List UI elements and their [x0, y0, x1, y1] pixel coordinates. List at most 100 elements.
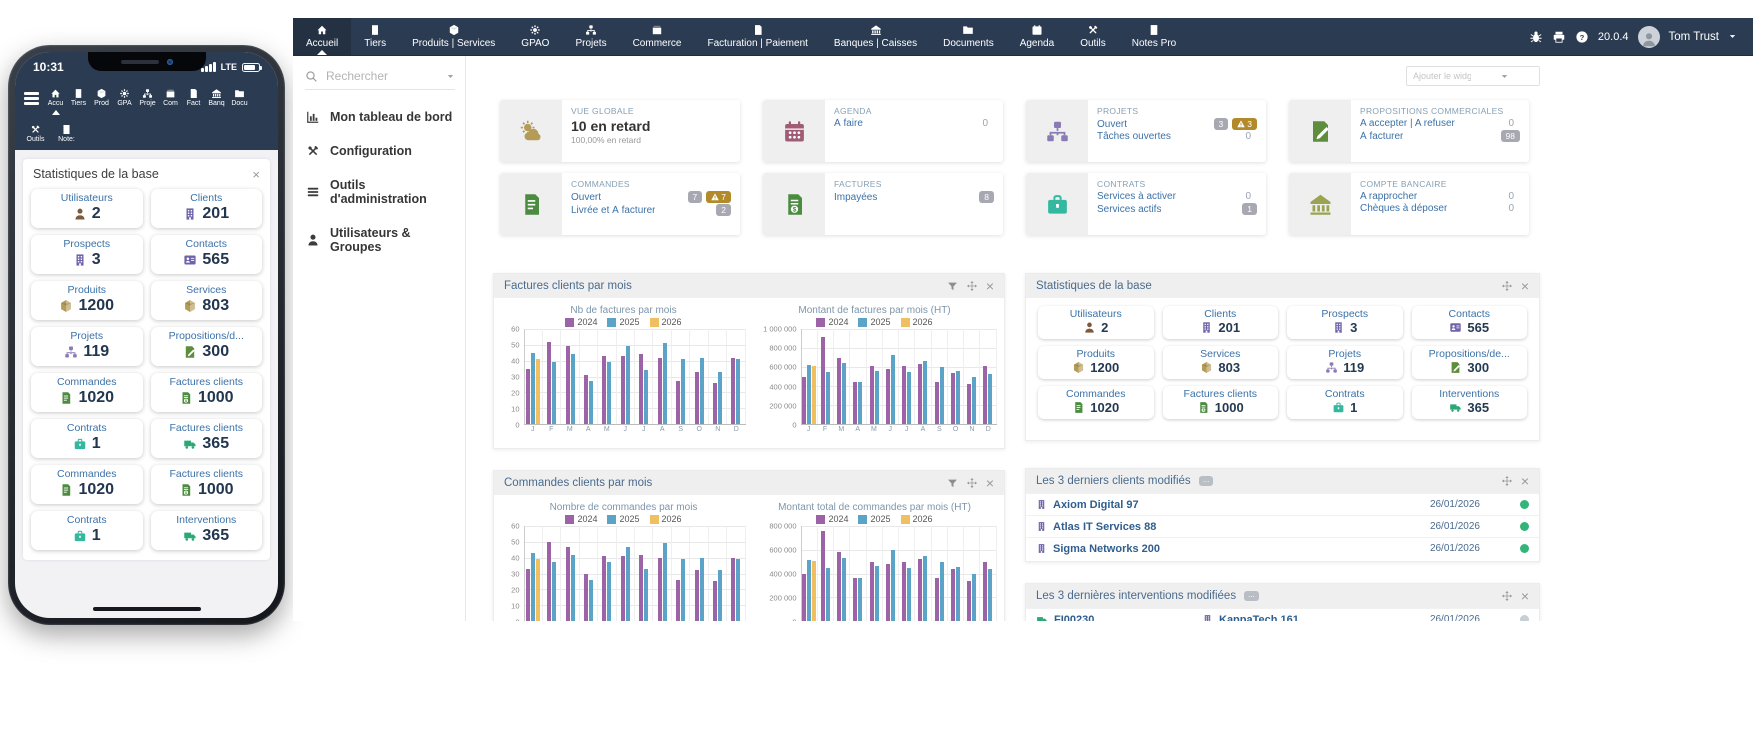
filter-icon[interactable] — [947, 281, 958, 292]
close-icon[interactable]: × — [1521, 589, 1529, 603]
widget-link-a-accepter-a-refuser[interactable]: A accepter | A refuser — [1360, 118, 1455, 129]
widget-link-impay-es[interactable]: Impayées — [834, 192, 877, 203]
stat-card-clients[interactable]: Clients201 — [1163, 306, 1279, 339]
nav-item-notes-pro[interactable]: Notes Pro — [1119, 18, 1189, 55]
stat-card-projets[interactable]: Projets119 — [1287, 346, 1403, 379]
move-icon[interactable] — [1501, 475, 1513, 487]
stat-card-commandes[interactable]: Commandes1020 — [1038, 386, 1154, 419]
client-name[interactable]: Axiom Digital 97 — [1053, 499, 1139, 511]
close-icon[interactable]: × — [1521, 474, 1529, 488]
user-name[interactable]: Tom Trust — [1669, 31, 1719, 43]
search-input[interactable]: Rechercher — [305, 69, 455, 90]
warning-badge[interactable]: 3 — [1232, 118, 1257, 130]
client-row[interactable]: Atlas IT Services 8826/01/2026 — [1026, 515, 1539, 537]
widget-link-faire[interactable]: À faire — [834, 118, 863, 129]
sidebar-item-utilisateurs-groupes[interactable]: Utilisateurs & Groupes — [306, 226, 465, 254]
nav-item-banques-caisses[interactable]: Banques | Caisses — [821, 18, 930, 55]
count-badge[interactable]: 7 — [688, 191, 703, 203]
count-badge[interactable]: 8 — [979, 191, 994, 203]
nav-item-gpao[interactable]: GPAO — [508, 18, 562, 55]
bar — [967, 384, 971, 424]
count-badge[interactable]: 98 — [1501, 130, 1520, 142]
stat-card-services[interactable]: Services803 — [1163, 346, 1279, 379]
intervention-client[interactable]: KappaTech 161 — [1219, 614, 1299, 622]
bar — [658, 358, 662, 425]
widget-link-ouvert[interactable]: Ouvert — [571, 192, 601, 203]
filter-icon[interactable] — [947, 478, 958, 489]
building-icon — [1332, 321, 1345, 334]
nav-item-produits-services[interactable]: Produits | Services — [399, 18, 508, 55]
intervention-ref[interactable]: FI00230 — [1054, 614, 1094, 622]
chevron-down-icon[interactable] — [1728, 32, 1737, 41]
bar — [626, 346, 630, 424]
count-badge[interactable]: 3 — [1214, 118, 1229, 130]
move-icon[interactable] — [966, 280, 978, 292]
widget-link-ch-ques-d-poser[interactable]: Chèques à déposer — [1360, 203, 1447, 214]
stat-card-contrats[interactable]: Contrats1 — [1287, 386, 1403, 419]
navbar-right: ? 20.0.4 Tom Trust — [1529, 18, 1753, 55]
stat-card-factures-clients[interactable]: Factures clients$1000 — [1163, 386, 1279, 419]
more-badge[interactable]: ... — [1199, 476, 1214, 486]
sidebar-item-outils-d-administration[interactable]: Outils d'administration — [306, 178, 465, 206]
count-badge[interactable]: 1 — [1242, 203, 1257, 215]
widget-link-services-actifs[interactable]: Services actifs — [1097, 204, 1161, 215]
add-widget-select[interactable]: Ajouter le widget au tableau de bord — [1406, 66, 1540, 86]
bar — [972, 574, 976, 622]
x-tick: A — [849, 426, 865, 433]
phone-nav-accu: Accu — [44, 84, 67, 115]
move-icon[interactable] — [1501, 590, 1513, 602]
close-icon[interactable]: × — [1521, 279, 1529, 293]
widget-link-a-rapprocher[interactable]: A rapprocher — [1360, 191, 1417, 202]
nav-item-documents[interactable]: Documents — [930, 18, 1007, 55]
stat-card-contacts[interactable]: Contacts565 — [1412, 306, 1528, 339]
close-icon[interactable]: × — [986, 476, 994, 490]
stat-card-prospects[interactable]: Prospects3 — [1287, 306, 1403, 339]
widget-link-services-activer[interactable]: Services à activer — [1097, 191, 1176, 202]
avatar[interactable] — [1638, 26, 1660, 48]
chevron-down-icon[interactable] — [446, 72, 455, 81]
client-row[interactable]: Sigma Networks 20026/01/2026 — [1026, 537, 1539, 559]
legend-item: 2025 — [607, 317, 639, 327]
client-name[interactable]: Atlas IT Services 88 — [1053, 521, 1156, 533]
count-badge[interactable]: 2 — [716, 204, 731, 216]
nav-item-facturation-paiement[interactable]: $Facturation | Paiement — [694, 18, 820, 55]
nav-item-tiers[interactable]: Tiers — [351, 18, 399, 55]
stat-value: 201 — [1218, 320, 1240, 335]
widget-link-ouvert[interactable]: Ouvert — [1097, 119, 1127, 130]
stat-card-propositions-de[interactable]: Propositions/de...300 — [1412, 346, 1528, 379]
bar — [821, 531, 825, 621]
move-icon[interactable] — [1501, 280, 1513, 292]
warning-badge[interactable]: 7 — [706, 191, 731, 203]
more-badge[interactable]: ... — [1244, 591, 1259, 601]
bar — [602, 356, 606, 424]
client-row[interactable]: Axiom Digital 9726/01/2026 — [1026, 493, 1539, 515]
nav-item-agenda[interactable]: Agenda — [1007, 18, 1067, 55]
help-icon[interactable]: ? — [1575, 30, 1589, 44]
bug-icon[interactable] — [1529, 30, 1543, 44]
widget-link-facturer[interactable]: À facturer — [1360, 131, 1403, 142]
commerce-icon — [651, 24, 663, 36]
intervention-row[interactable]: FI00230KappaTech 16126/01/2026 — [1026, 608, 1539, 621]
sidebar-item-mon-tableau-de-bord[interactable]: Mon tableau de bord — [306, 110, 465, 124]
bar — [526, 369, 530, 424]
bar-group — [948, 526, 964, 621]
stat-card-produits[interactable]: Produits1200 — [1038, 346, 1154, 379]
nav-item-projets[interactable]: Projets — [562, 18, 619, 55]
nav-item-commerce[interactable]: Commerce — [620, 18, 695, 55]
client-name[interactable]: Sigma Networks 200 — [1053, 543, 1160, 555]
person-icon — [306, 233, 320, 247]
svg-text:$: $ — [792, 206, 796, 213]
stat-card-interventions[interactable]: Interventions365 — [1412, 386, 1528, 419]
move-icon[interactable] — [966, 477, 978, 489]
print-icon[interactable] — [1552, 30, 1566, 44]
stat-card-utilisateurs[interactable]: Utilisateurs2 — [1038, 306, 1154, 339]
nav-item-accueil[interactable]: Accueil — [293, 18, 351, 55]
panel-title: Les 3 dernières interventions modifiées — [1036, 590, 1236, 602]
sidebar-item-configuration[interactable]: Configuration — [306, 144, 465, 158]
tools-icon — [1087, 24, 1099, 36]
widget-link-t-ches-ouvertes[interactable]: Tâches ouvertes — [1097, 131, 1171, 142]
widget-link-livr-e-et-facturer[interactable]: Livrée et À facturer — [571, 205, 655, 216]
nav-item-outils[interactable]: Outils — [1067, 18, 1119, 55]
widget-count: 0 — [1508, 203, 1520, 214]
close-icon[interactable]: × — [986, 279, 994, 293]
